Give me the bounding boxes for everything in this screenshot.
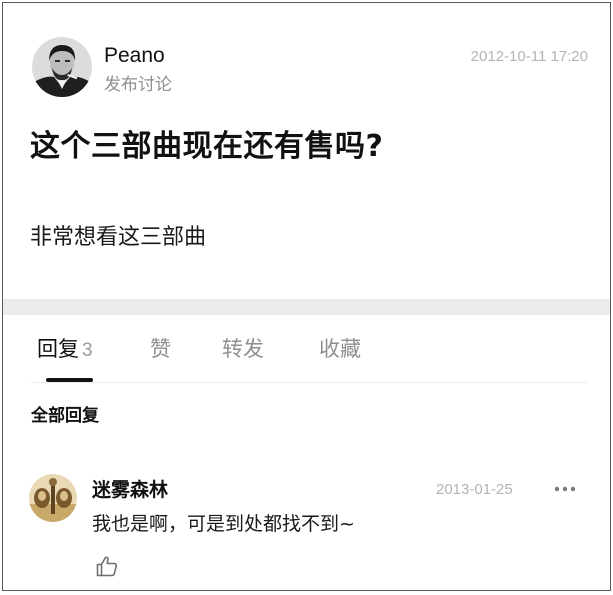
all-replies-heading: 全部回复: [31, 406, 99, 426]
reply-author[interactable]: 迷雾森林: [92, 477, 168, 503]
author-avatar[interactable]: [32, 37, 92, 97]
tab-favorites[interactable]: 收藏: [319, 335, 361, 363]
tab-replies-count: 3: [82, 340, 93, 361]
tabs-divider: [31, 382, 588, 383]
reply-text: 我也是啊，可是到处都找不到~: [92, 513, 355, 535]
tab-likes[interactable]: 赞: [150, 335, 171, 363]
author-action-label: 发布讨论: [104, 75, 172, 95]
author-name[interactable]: Peano: [104, 43, 165, 69]
portrait-avatar-icon: [32, 37, 92, 97]
sepia-photo-avatar-icon: [29, 474, 77, 522]
post-title: 这个三部曲现在还有售吗?: [30, 129, 384, 164]
post-body: 非常想看这三部曲: [30, 225, 207, 250]
tab-reposts[interactable]: 转发: [222, 335, 264, 363]
section-divider: [3, 299, 610, 315]
more-dots-icon[interactable]: [553, 485, 577, 493]
thumbs-up-icon[interactable]: [95, 554, 119, 578]
post-timestamp: 2012-10-11 17:20: [470, 48, 588, 65]
tab-replies[interactable]: 回复 3: [37, 335, 93, 365]
post-detail-screen: Peano 发布讨论 2012-10-11 17:20 这个三部曲现在还有售吗?…: [2, 2, 611, 591]
tab-replies-label: 回复: [37, 337, 79, 361]
reply-avatar[interactable]: [29, 474, 77, 522]
post-tabs: 回复 3 赞 转发 收藏: [3, 315, 610, 383]
reply-date: 2013-01-25: [436, 481, 513, 498]
